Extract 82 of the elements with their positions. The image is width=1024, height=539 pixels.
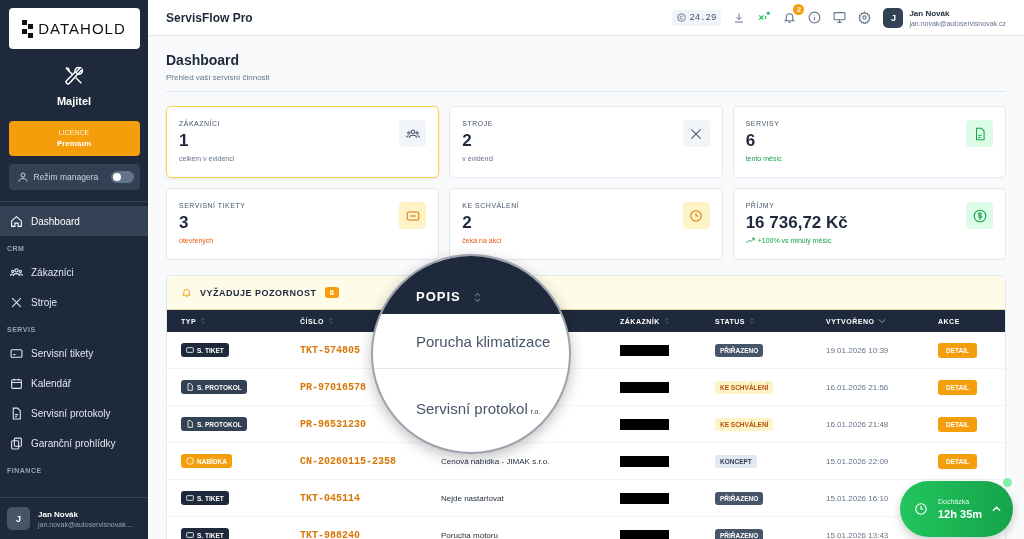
download-icon[interactable] [733, 11, 746, 24]
nav-item[interactable]: Stroje [0, 287, 148, 317]
document-icon [186, 420, 194, 428]
dollar-icon [186, 457, 194, 465]
redaction-bar [620, 455, 669, 467]
page-subtitle: Přehled vaší servisní činnosti [166, 73, 1006, 92]
nav-item[interactable]: Servisní tikety [0, 338, 148, 368]
chevron-down-icon[interactable] [878, 318, 887, 324]
created-date: 15.01.2026 22:09 [826, 456, 889, 466]
users-icon [10, 265, 23, 279]
role-label: Majitel [56, 95, 92, 107]
logo-text: DATAHOLD [38, 20, 126, 37]
clock-icon [689, 208, 704, 223]
sort-icon[interactable] [663, 317, 670, 325]
sort-icon[interactable] [200, 317, 207, 325]
nav-item[interactable]: Garanční prohlídky [0, 428, 148, 458]
description-text: Servisní protokol [416, 400, 528, 417]
description-text: Porucha klimatizace [416, 332, 551, 350]
stat-value: 2 [462, 213, 473, 233]
nav-item[interactable]: Servisní protokoly [0, 398, 148, 428]
home-icon [10, 214, 23, 228]
manager-mode-label: Režim managera [33, 172, 100, 182]
info-icon[interactable] [808, 11, 822, 24]
ticket-icon [405, 208, 420, 223]
page-title: Dashboard [166, 52, 241, 68]
redaction-bar [620, 492, 669, 504]
description-text: Nejde nastartovat [441, 493, 504, 503]
nav-item[interactable]: Kalendář [0, 368, 148, 398]
created-date: 19.01.2026 10:39 [826, 345, 889, 355]
attention-title: VYŽADUJE POZORNOST [200, 287, 317, 298]
user-name: Jan Novák [909, 8, 951, 18]
settings-icon[interactable] [858, 11, 872, 24]
user-name: Jan Novák [38, 509, 80, 519]
monitor-icon[interactable] [833, 11, 847, 24]
nav-item[interactable]: Zákazníci [0, 257, 148, 287]
attendance-time: 12h 35m [938, 508, 983, 520]
calendar-icon [10, 376, 23, 390]
created-date: 16.01.2026 21:56 [826, 382, 889, 392]
description-text: Porucha motoru [441, 530, 498, 539]
nav-item[interactable]: Dashboard [0, 206, 148, 236]
ticket-icon [186, 494, 194, 502]
ticket-icon [186, 531, 194, 539]
stat-value: 16 736,72 Kč [745, 213, 848, 233]
sort-icon[interactable] [472, 291, 482, 304]
trend-up-icon [745, 237, 755, 244]
copy-icon [10, 436, 23, 450]
notification-badge: 2 [793, 4, 805, 15]
clock-icon [914, 502, 928, 516]
dollar-icon [972, 208, 987, 223]
ticket-icon [186, 346, 194, 354]
logo-mark-icon [22, 19, 35, 38]
sort-icon[interactable] [748, 317, 755, 325]
avatar: J [7, 507, 30, 530]
coin-icon [677, 13, 687, 22]
stat-value: 2 [462, 131, 473, 151]
bell-icon[interactable] [783, 11, 797, 24]
document-icon [186, 383, 194, 391]
credit-chip[interactable]: 24.29 [672, 9, 722, 26]
description-text: Cenová nabídka - JIMAK s.r.o. [441, 456, 550, 466]
column-header[interactable]: POPIS [416, 289, 461, 304]
avatar[interactable]: J [883, 7, 904, 28]
created-date: 15.01.2026 13:43 [826, 530, 889, 539]
manager-mode-toggle[interactable] [110, 171, 134, 183]
status-dot [1003, 478, 1012, 487]
bell-icon [181, 287, 192, 298]
redaction-bar [620, 344, 669, 356]
stat-value: 1 [179, 131, 190, 151]
redaction-bar [620, 418, 669, 430]
count-badge: 8 [324, 287, 339, 298]
user-icon [16, 171, 29, 183]
created-date: 15.01.2026 16:10 [826, 493, 889, 503]
stat-value: 6 [745, 131, 757, 151]
created-date: 16.01.2026 21:48 [826, 419, 889, 429]
stat-value: 3 [179, 213, 190, 233]
redaction-bar [620, 381, 669, 393]
redaction-bar [620, 529, 669, 539]
chevron-up-icon [992, 506, 1002, 512]
ticket-icon [10, 346, 23, 360]
app-title: ServisFlow Pro [166, 10, 253, 25]
document-icon [10, 406, 23, 420]
sort-icon[interactable] [327, 317, 334, 325]
users-icon [405, 126, 420, 141]
